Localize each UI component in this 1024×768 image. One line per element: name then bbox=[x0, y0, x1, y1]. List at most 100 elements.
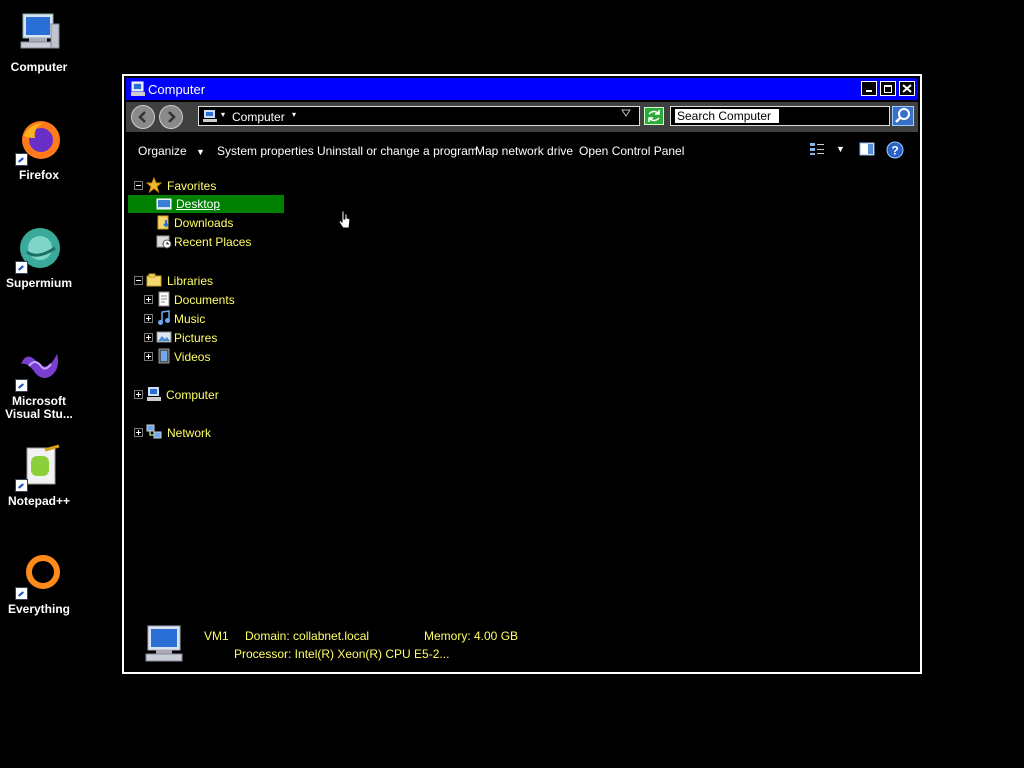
desktop-icon-label: Supermium bbox=[5, 276, 72, 290]
tree-item-label: Computer bbox=[166, 388, 219, 402]
recent-places-icon bbox=[156, 233, 172, 249]
tree-item-label: Music bbox=[174, 312, 206, 326]
search-input[interactable] bbox=[675, 109, 779, 123]
downloads-folder-icon bbox=[156, 214, 172, 230]
map-network-drive-button[interactable]: Map network drive bbox=[475, 144, 573, 158]
tree-item-label: Pictures bbox=[174, 331, 218, 345]
computer-name: VM1 bbox=[204, 629, 229, 643]
shortcut-arrow-icon bbox=[15, 379, 28, 392]
supermium-icon bbox=[15, 226, 63, 274]
view-list-icon bbox=[810, 143, 824, 155]
shortcut-arrow-icon bbox=[15, 479, 28, 492]
change-view-button[interactable] bbox=[809, 142, 825, 159]
minimize-button[interactable] bbox=[861, 81, 877, 96]
tree-item-label: Network bbox=[167, 426, 212, 440]
music-note-icon bbox=[156, 310, 172, 326]
desktop-folder-icon bbox=[156, 196, 172, 212]
desktop-icon-label-line-2: Visual Stu... bbox=[5, 407, 73, 421]
desktop-icon-computer[interactable]: Computer bbox=[0, 10, 78, 74]
notepad-plus-plus-icon bbox=[15, 444, 63, 492]
everything-icon bbox=[15, 552, 63, 600]
network-icon bbox=[146, 424, 162, 440]
tree-item-label: Desktop bbox=[176, 197, 221, 211]
tree-item-label: Favorites bbox=[167, 179, 217, 193]
tree-item-label: Documents bbox=[174, 293, 235, 307]
forward-button[interactable] bbox=[159, 105, 183, 129]
firefox-icon bbox=[15, 118, 63, 166]
shortcut-arrow-icon bbox=[15, 153, 28, 166]
breadcrumb-dropdown-icon[interactable]: ▾ bbox=[221, 110, 225, 119]
search-box[interactable] bbox=[670, 106, 890, 126]
desktop-icon-label: Computer bbox=[10, 60, 68, 74]
search-button[interactable] bbox=[892, 106, 914, 126]
uninstall-program-button[interactable]: Uninstall or change a program bbox=[317, 144, 478, 158]
computer-icon bbox=[144, 624, 188, 667]
preview-pane-icon bbox=[859, 142, 875, 156]
close-button[interactable] bbox=[899, 81, 915, 96]
desktop-icon-everything[interactable]: Everything bbox=[0, 552, 78, 616]
explorer-window: Computer ▾ Computer ▾ Search Computer Or… bbox=[122, 74, 922, 674]
desktop-icon-firefox[interactable]: Firefox bbox=[0, 118, 78, 182]
expand-toggle[interactable] bbox=[134, 428, 143, 437]
title-bar[interactable]: Computer bbox=[126, 78, 918, 100]
search-icon bbox=[895, 108, 910, 123]
computer-icon bbox=[15, 10, 63, 58]
expand-toggle[interactable] bbox=[134, 390, 143, 399]
help-icon: ? bbox=[886, 141, 904, 159]
expand-toggle[interactable] bbox=[144, 352, 153, 361]
tree-item-label: Downloads bbox=[174, 216, 234, 230]
star-icon bbox=[145, 176, 163, 194]
navigation-pane: Favorites Desktop Downloads Recent Place… bbox=[126, 174, 426, 474]
arrow-left-icon bbox=[138, 111, 146, 123]
organize-label: Organize bbox=[138, 144, 187, 158]
help-button[interactable]: ? bbox=[886, 141, 904, 162]
command-bar: Organize ▼ System properties Uninstall o… bbox=[126, 138, 918, 164]
refresh-icon bbox=[648, 110, 660, 122]
domain-info: Domain: collabnet.local bbox=[245, 629, 370, 643]
collapse-toggle[interactable] bbox=[134, 276, 143, 285]
computer-icon bbox=[130, 81, 146, 100]
close-icon bbox=[902, 84, 912, 93]
computer-icon bbox=[146, 386, 162, 402]
details-pane: VM1 Domain: collabnet.local Memory: 4.00… bbox=[126, 616, 918, 671]
collapse-toggle[interactable] bbox=[134, 181, 143, 190]
open-control-panel-button[interactable]: Open Control Panel bbox=[579, 144, 684, 158]
videos-icon bbox=[156, 348, 172, 364]
pictures-icon bbox=[156, 329, 172, 345]
arrow-right-icon bbox=[168, 111, 176, 123]
view-options-dropdown-icon[interactable]: ▼ bbox=[836, 144, 845, 154]
documents-icon bbox=[156, 291, 172, 307]
visual-studio-icon bbox=[15, 344, 63, 392]
breadcrumb-chevron-icon[interactable]: ▾ bbox=[292, 110, 296, 119]
tree-item-label: Videos bbox=[174, 350, 211, 364]
address-history-dropdown-icon[interactable] bbox=[621, 109, 631, 120]
expand-toggle[interactable] bbox=[144, 295, 153, 304]
desktop-icon-label: Everything bbox=[7, 602, 70, 616]
expand-toggle[interactable] bbox=[144, 333, 153, 342]
chevron-down-icon: ▼ bbox=[196, 147, 205, 157]
desktop-icon-visual-studio[interactable]: Microsoft Visual Stu... bbox=[0, 344, 78, 421]
desktop-icon-notepad-plus-plus[interactable]: Notepad++ bbox=[0, 444, 78, 508]
maximize-button[interactable] bbox=[880, 81, 896, 96]
expand-toggle[interactable] bbox=[144, 314, 153, 323]
system-properties-button[interactable]: System properties bbox=[217, 144, 314, 158]
desktop-icon-supermium[interactable]: Supermium bbox=[0, 226, 78, 290]
computer-icon bbox=[202, 109, 218, 126]
back-button[interactable] bbox=[131, 105, 155, 129]
tree-item-label: Libraries bbox=[167, 274, 214, 288]
processor-info: Processor: Intel(R) Xeon(R) CPU E5-2... bbox=[234, 647, 450, 661]
shortcut-arrow-icon bbox=[15, 587, 28, 600]
window-title: Computer bbox=[148, 82, 206, 97]
libraries-folder-icon bbox=[146, 272, 162, 288]
navigation-bar: ▾ Computer ▾ bbox=[126, 102, 918, 132]
tree-item-label: Recent Places bbox=[174, 235, 252, 249]
mouse-cursor-icon bbox=[338, 210, 352, 233]
tree-item-desktop[interactable]: Desktop bbox=[128, 195, 284, 213]
preview-pane-button[interactable] bbox=[859, 142, 875, 159]
svg-text:?: ? bbox=[891, 144, 898, 158]
address-bar[interactable]: ▾ Computer ▾ bbox=[198, 106, 640, 126]
breadcrumb-computer[interactable]: Computer bbox=[232, 110, 285, 124]
refresh-button[interactable] bbox=[644, 107, 664, 125]
memory-info: Memory: 4.00 GB bbox=[424, 629, 519, 643]
organize-menu[interactable]: Organize ▼ bbox=[138, 144, 205, 158]
